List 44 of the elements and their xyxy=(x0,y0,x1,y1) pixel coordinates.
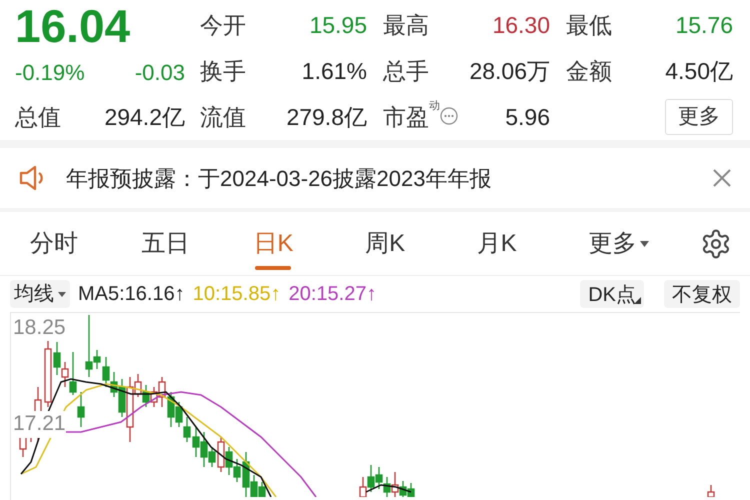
stat-label: 总值 xyxy=(15,103,61,132)
stat-value: 15.76 xyxy=(675,10,733,40)
chart-tab[interactable]: 五日 xyxy=(142,212,254,276)
stat-value: 15.95 xyxy=(309,10,367,40)
chart-tab[interactable]: 周K xyxy=(365,212,477,276)
price-change: -0.03 xyxy=(134,59,185,88)
chart-option-button[interactable]: DK点 xyxy=(580,280,644,308)
chart-tab[interactable]: 分时 xyxy=(30,212,142,276)
ma-selector[interactable]: 均线 xyxy=(10,280,70,308)
stat-label: 流值 xyxy=(200,102,246,132)
chart-tab[interactable]: 月K xyxy=(476,212,588,276)
chart-option-button[interactable]: 不复权 xyxy=(664,280,740,308)
stat-label: 最高 xyxy=(383,10,429,40)
close-icon[interactable] xyxy=(712,168,732,188)
stat-label: 换手 xyxy=(200,56,246,86)
chart-tab[interactable]: 更多 xyxy=(588,212,700,276)
corner-triangle-icon xyxy=(634,297,641,304)
caret-icon xyxy=(58,292,66,296)
more-dots-icon[interactable] xyxy=(440,106,458,125)
ma-legend: MA5:16.16↑ xyxy=(78,279,185,309)
stat-value: 5.96 xyxy=(505,102,550,132)
stat-label: 金额 xyxy=(566,56,612,86)
dynamic-superscript: 动 xyxy=(429,98,440,114)
candle xyxy=(707,485,715,497)
stat-value: 294.2亿 xyxy=(104,103,185,132)
stat-value: 1.61% xyxy=(302,56,367,86)
stat-value: 16.30 xyxy=(492,10,550,40)
chart-tab[interactable]: 日K xyxy=(253,212,366,276)
caret-icon xyxy=(640,240,650,246)
stat-label: 市盈 xyxy=(383,102,429,132)
stat-value: 4.50亿 xyxy=(665,56,733,86)
moving-average-line xyxy=(366,484,412,493)
ma-legend: 10:15.85↑ xyxy=(192,279,281,309)
stat-label: 最低 xyxy=(566,10,612,40)
stock-price: 16.04 xyxy=(15,3,130,50)
notice-text: 年报预披露：于2024-03-26披露2023年年报 xyxy=(66,164,492,192)
stat-value: 279.8亿 xyxy=(286,102,367,132)
stat-value: 28.06万 xyxy=(469,56,550,86)
stat-label: 今开 xyxy=(200,10,246,40)
price-change: -0.19% xyxy=(15,59,85,88)
more-button[interactable]: 更多 xyxy=(665,99,733,135)
ma-legend: 20:15.27↑ xyxy=(288,279,376,309)
stat-label: 总手 xyxy=(383,56,429,86)
price-axis-label: 17.21 xyxy=(13,411,66,438)
